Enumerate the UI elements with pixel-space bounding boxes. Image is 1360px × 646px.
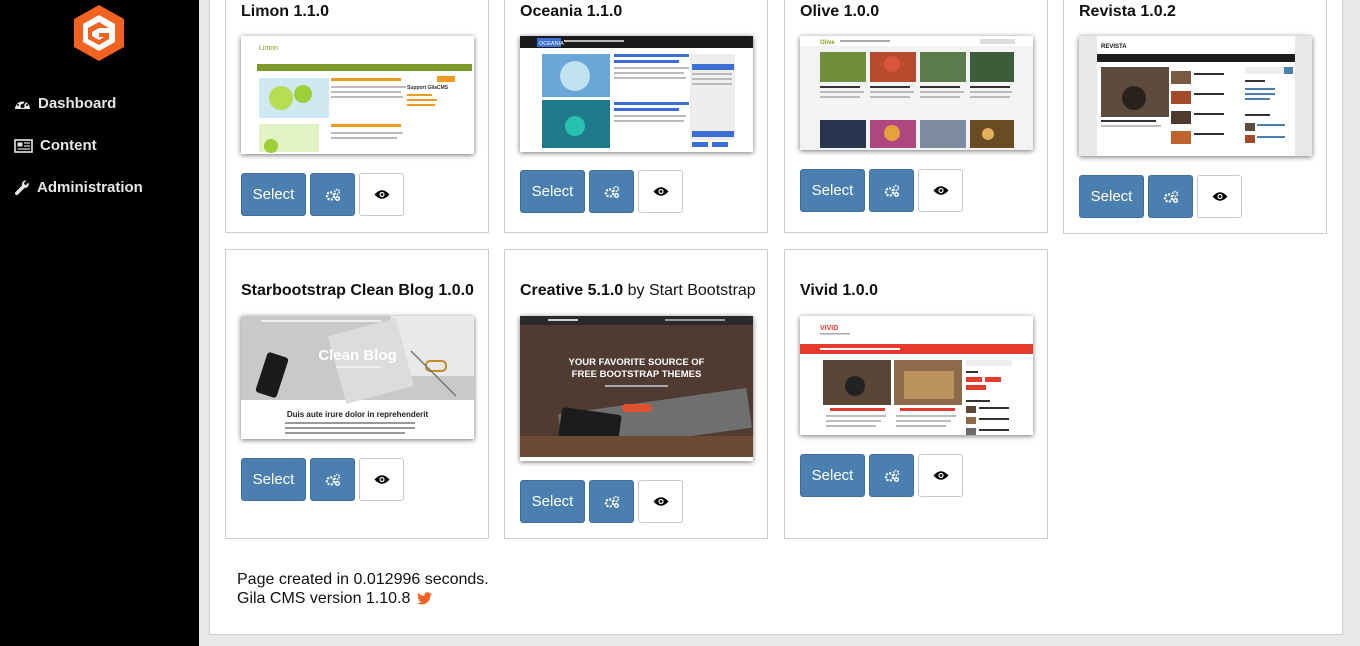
theme-actions: Select [520, 170, 683, 213]
theme-title: Revista 1.0.2 [1079, 3, 1176, 20]
options-button[interactable] [869, 454, 914, 497]
theme-thumbnail[interactable]: VIVID [800, 316, 1033, 435]
svg-text:Duis aute irure dolor in repre: Duis aute irure dolor in reprehenderit [287, 410, 429, 419]
preview-button[interactable] [359, 173, 404, 216]
theme-card-clean-blog: Starbootstrap Clean Blog 1.0.0 Clean Blo… [225, 249, 489, 539]
eye-icon [653, 497, 668, 506]
options-button[interactable] [1148, 175, 1193, 218]
theme-card-creative: Creative 5.1.0 by Start Bootstrap YOUR F… [504, 249, 768, 539]
theme-title: Creative 5.1.0 by Start Bootstrap [520, 282, 756, 299]
theme-thumbnail[interactable]: OCEANIA [520, 36, 753, 152]
options-button[interactable] [589, 170, 634, 213]
select-button[interactable]: Select [800, 454, 865, 497]
version-line: Gila CMS version 1.10.8 [237, 589, 489, 608]
preview-button[interactable] [918, 454, 963, 497]
select-button[interactable]: Select [241, 458, 306, 501]
eye-icon [933, 471, 948, 480]
svg-text:OCEANIA: OCEANIA [539, 41, 564, 47]
wrench-icon [14, 179, 29, 195]
sidebar-item-label: Content [40, 137, 97, 154]
preview-button[interactable] [638, 170, 683, 213]
dashboard-icon [15, 98, 30, 109]
eye-icon [933, 186, 948, 195]
eye-icon [1212, 192, 1227, 201]
theme-thumbnail[interactable]: Olive [800, 36, 1033, 150]
gila-logo[interactable] [69, 3, 129, 63]
select-button[interactable]: Select [520, 480, 585, 523]
theme-card-limon: Limon 1.1.0 Limon Support GilaCMS Select [225, 0, 489, 233]
options-button[interactable] [310, 173, 355, 216]
theme-card-vivid: Vivid 1.0.0 VIVID Select [784, 249, 1048, 539]
svg-text:FREE BOOTSTRAP THEMES: FREE BOOTSTRAP THEMES [572, 369, 702, 380]
twitter-icon[interactable] [416, 592, 432, 605]
select-button[interactable]: Select [1079, 175, 1144, 218]
gears-icon [604, 185, 619, 198]
theme-thumbnail[interactable]: YOUR FAVORITE SOURCE OF FREE BOOTSTRAP T… [520, 316, 753, 461]
theme-thumbnail[interactable]: Limon Support GilaCMS [241, 36, 474, 154]
svg-text:Clean Blog: Clean Blog [318, 347, 396, 364]
theme-thumbnail[interactable]: Clean Blog Duis aute irure dolor in repr… [241, 316, 474, 439]
theme-card-revista: Revista 1.0.2 REVISTA Select [1063, 0, 1327, 234]
options-button[interactable] [869, 169, 914, 212]
sidebar-item-administration[interactable]: Administration [14, 179, 143, 196]
select-button[interactable]: Select [241, 173, 306, 216]
svg-text:REVISTA: REVISTA [1101, 44, 1127, 50]
theme-actions: Select [241, 173, 404, 216]
version-text: Gila CMS version 1.10.8 [237, 590, 411, 607]
gears-icon [884, 184, 899, 197]
theme-thumbnail[interactable]: REVISTA [1079, 36, 1312, 156]
preview-button[interactable] [918, 169, 963, 212]
theme-title: Starbootstrap Clean Blog 1.0.0 [241, 282, 474, 299]
options-button[interactable] [589, 480, 634, 523]
svg-text:Limon: Limon [259, 45, 278, 52]
svg-text:VIVID: VIVID [820, 325, 838, 332]
theme-title: Oceania 1.1.0 [520, 3, 623, 20]
theme-actions: Select [800, 454, 963, 497]
theme-actions: Select [1079, 175, 1242, 218]
theme-actions: Select [241, 458, 404, 501]
eye-icon [653, 187, 668, 196]
theme-card-oceania: Oceania 1.1.0 OCEANIA Select [504, 0, 768, 233]
svg-text:Support GilaCMS: Support GilaCMS [407, 85, 449, 91]
sidebar-item-label: Dashboard [38, 95, 117, 112]
sidebar-item-dashboard[interactable]: Dashboard [14, 95, 116, 112]
svg-text:Olive: Olive [820, 40, 835, 46]
theme-title: Vivid 1.0.0 [800, 282, 878, 299]
theme-actions: Select [520, 480, 683, 523]
newspaper-icon [14, 138, 33, 153]
sidebar-item-label: Administration [37, 179, 143, 196]
preview-button[interactable] [359, 458, 404, 501]
select-button[interactable]: Select [800, 169, 865, 212]
preview-button[interactable] [638, 480, 683, 523]
gears-icon [325, 473, 340, 486]
gears-icon [1163, 190, 1178, 203]
sidebar: Dashboard Content Administration [0, 0, 199, 646]
preview-button[interactable] [1197, 175, 1242, 218]
svg-text:YOUR FAVORITE SOURCE OF: YOUR FAVORITE SOURCE OF [568, 357, 704, 368]
select-button[interactable]: Select [520, 170, 585, 213]
theme-title: Olive 1.0.0 [800, 3, 880, 20]
page-created-text: Page created in 0.012996 seconds. [237, 571, 489, 588]
scrollbar[interactable] [1350, 0, 1360, 646]
theme-card-olive: Olive 1.0.0 Olive Select [784, 0, 1048, 233]
page-footer: Page created in 0.012996 seconds. Gila C… [237, 570, 489, 608]
gears-icon [325, 188, 340, 201]
theme-actions: Select [800, 169, 963, 212]
gears-icon [884, 469, 899, 482]
sidebar-item-content[interactable]: Content [14, 137, 97, 154]
eye-icon [374, 190, 389, 199]
eye-icon [374, 475, 389, 484]
theme-title: Limon 1.1.0 [241, 3, 330, 20]
options-button[interactable] [310, 458, 355, 501]
gears-icon [604, 495, 619, 508]
